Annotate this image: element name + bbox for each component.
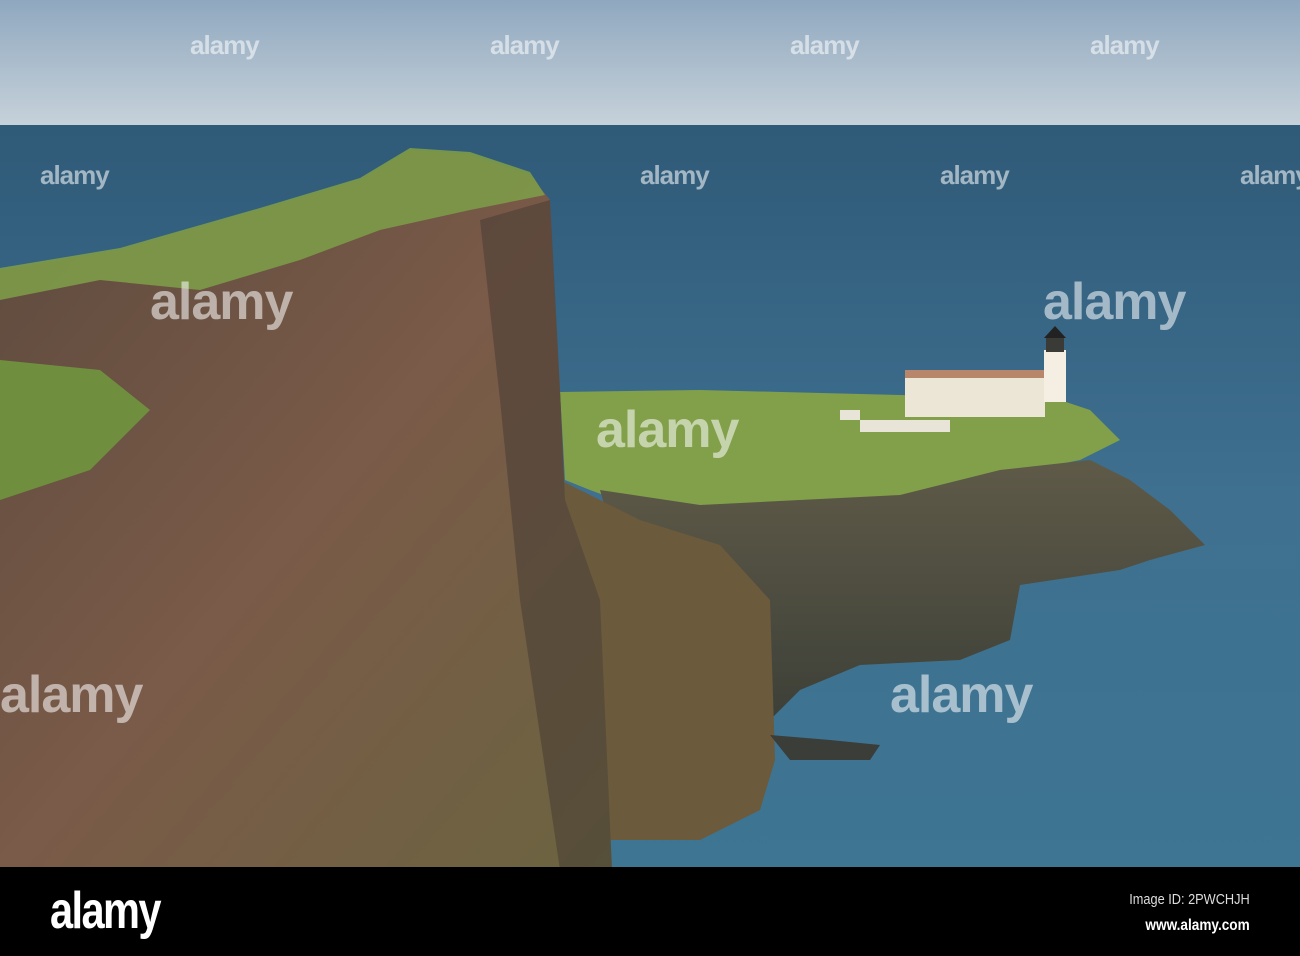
watermark: alamy xyxy=(1043,273,1186,331)
watermark: alamy xyxy=(940,160,1010,190)
image-id: Image ID: 2PWCHJH xyxy=(1129,891,1250,908)
watermark: alamy xyxy=(0,666,143,724)
sky xyxy=(0,0,1300,126)
watermark: alamy xyxy=(890,666,1033,724)
watermark: alamy xyxy=(150,273,293,331)
watermark: alamy xyxy=(1090,30,1160,60)
watermark: alamy xyxy=(490,30,560,60)
watermark: alamy xyxy=(1240,160,1300,190)
alamy-logo: alamy xyxy=(50,882,162,940)
stock-photo: alamy alamy alamy alamy alamy alamy alam… xyxy=(0,0,1300,956)
watermark: alamy xyxy=(640,160,710,190)
watermark: alamy xyxy=(596,401,739,459)
watermark: alamy xyxy=(40,160,110,190)
watermark: alamy xyxy=(790,30,860,60)
website-link[interactable]: www.alamy.com xyxy=(1146,917,1250,935)
watermark: alamy xyxy=(190,30,260,60)
footer-bar: alamy Image ID: 2PWCHJH www.alamy.com xyxy=(0,867,1300,956)
